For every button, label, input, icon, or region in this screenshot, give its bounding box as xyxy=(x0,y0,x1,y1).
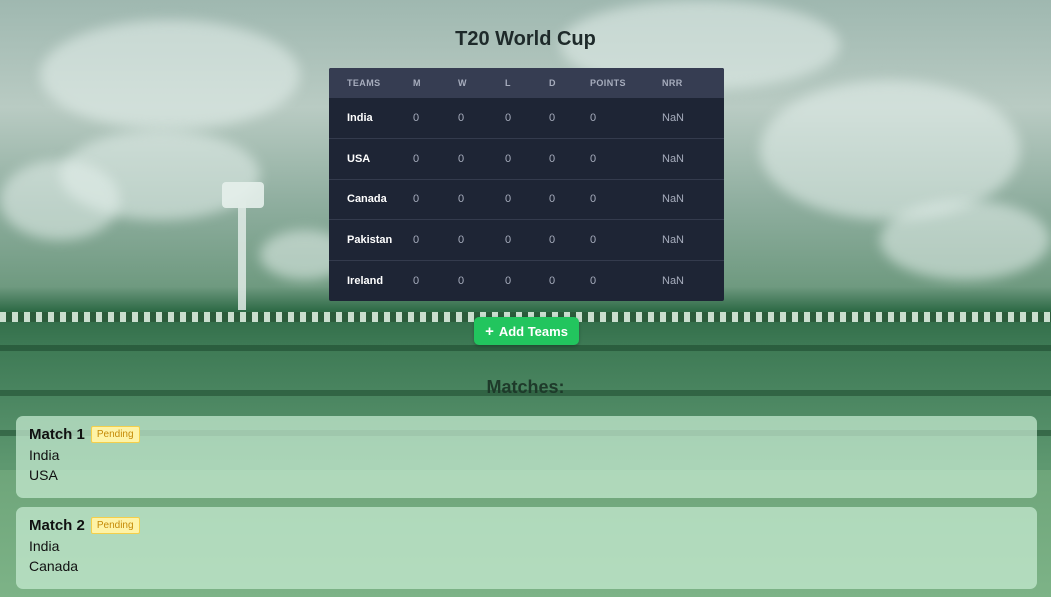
plus-icon: + xyxy=(485,322,494,340)
match-team-two: Canada xyxy=(29,558,79,574)
points: 0 xyxy=(590,274,597,287)
draws: 0 xyxy=(549,112,556,125)
column-header-wins: W xyxy=(458,78,467,88)
matches-played: 0 xyxy=(413,193,420,206)
losses: 0 xyxy=(505,274,512,287)
column-header-draws: D xyxy=(549,78,556,88)
page-title: T20 World Cup xyxy=(455,28,596,50)
points: 0 xyxy=(590,234,597,247)
team-name: Pakistan xyxy=(347,234,393,247)
match-title: Match 2 xyxy=(29,517,85,534)
team-name: USA xyxy=(347,152,371,165)
app-content: T20 World Cup TEAMS M W L D POINTS NRR I… xyxy=(0,0,1051,597)
wins: 0 xyxy=(458,234,465,247)
add-teams-label: Add Teams xyxy=(498,323,568,339)
points: 0 xyxy=(590,112,597,125)
match-title: Match 1 xyxy=(29,426,85,443)
column-header-matches: M xyxy=(413,78,421,88)
losses: 0 xyxy=(505,112,512,125)
wins: 0 xyxy=(458,193,465,206)
losses: 0 xyxy=(505,193,512,206)
net-run-rate: NaN xyxy=(662,193,685,206)
column-header-points: POINTS xyxy=(590,78,626,88)
matches-heading: Matches: xyxy=(486,377,565,397)
matches-played: 0 xyxy=(413,234,420,247)
table-row: Canada 0 0 0 0 0 NaN xyxy=(329,179,724,220)
draws: 0 xyxy=(549,152,556,165)
table-row: India 0 0 0 0 0 NaN xyxy=(329,98,724,139)
column-header-teams: TEAMS xyxy=(347,78,381,88)
team-name: Ireland xyxy=(347,274,384,287)
net-run-rate: NaN xyxy=(662,112,685,125)
column-header-nrr: NRR xyxy=(662,78,683,88)
losses: 0 xyxy=(505,152,512,165)
wins: 0 xyxy=(458,112,465,125)
match-team-two: USA xyxy=(29,467,58,483)
status-badge: Pending xyxy=(90,426,140,443)
matches-played: 0 xyxy=(413,274,420,287)
match-team-one: India xyxy=(29,538,60,554)
table-header-row: TEAMS M W L D POINTS NRR xyxy=(329,68,724,98)
team-name: India xyxy=(347,112,373,125)
table-row: Ireland 0 0 0 0 0 NaN xyxy=(329,260,724,301)
table-row: USA 0 0 0 0 0 NaN xyxy=(329,138,724,180)
wins: 0 xyxy=(458,274,465,287)
table-row: Pakistan 0 0 0 0 0 NaN xyxy=(329,219,724,261)
draws: 0 xyxy=(549,274,556,287)
points: 0 xyxy=(590,193,597,206)
draws: 0 xyxy=(549,234,556,247)
team-name: Canada xyxy=(347,193,387,206)
draws: 0 xyxy=(549,193,556,206)
match-card[interactable]: Match 2 Pending India Canada xyxy=(16,507,1037,589)
points: 0 xyxy=(590,152,597,165)
status-badge: Pending xyxy=(90,517,140,534)
net-run-rate: NaN xyxy=(662,274,685,287)
matches-played: 0 xyxy=(413,112,420,125)
losses: 0 xyxy=(505,234,512,247)
points-table: TEAMS M W L D POINTS NRR India 0 0 0 0 0 xyxy=(329,68,724,301)
add-teams-button[interactable]: + Add Teams xyxy=(474,317,579,345)
match-team-one: India xyxy=(29,447,60,463)
wins: 0 xyxy=(458,152,465,165)
matches-played: 0 xyxy=(413,152,420,165)
match-card[interactable]: Match 1 Pending India USA xyxy=(16,416,1037,498)
column-header-losses: L xyxy=(505,78,511,88)
net-run-rate: NaN xyxy=(662,234,685,247)
net-run-rate: NaN xyxy=(662,152,685,165)
